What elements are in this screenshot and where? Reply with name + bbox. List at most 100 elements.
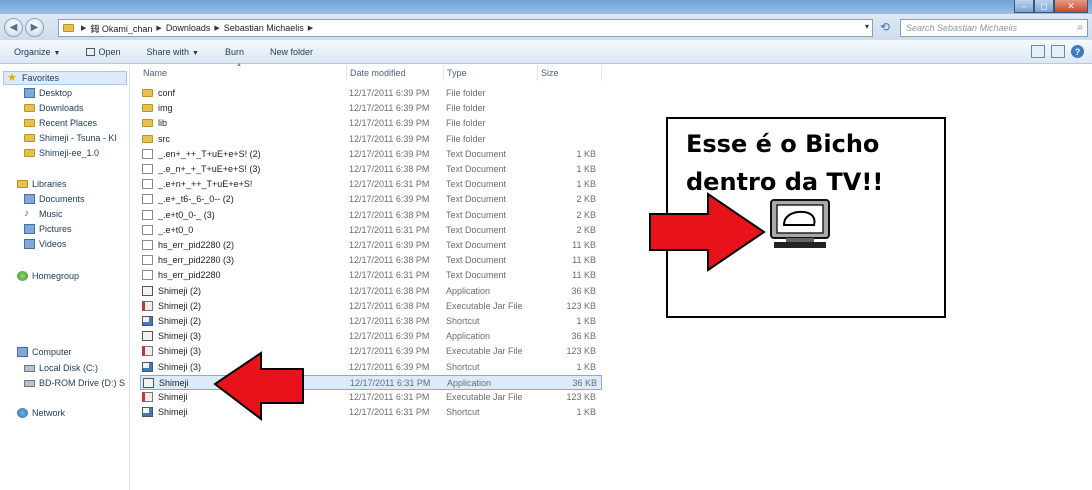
maximize-button[interactable]: ◻ bbox=[1034, 0, 1054, 13]
file-name: Shimeji (3) bbox=[142, 361, 201, 372]
folder-icon bbox=[142, 119, 153, 128]
nav-network[interactable]: Network bbox=[17, 406, 65, 420]
close-button[interactable]: ✕ bbox=[1054, 0, 1088, 13]
file-row[interactable]: lib 12/17/2011 6:39 PM File folder bbox=[140, 116, 602, 131]
nav-recent-places[interactable]: Recent Places bbox=[24, 116, 97, 130]
nav-desktop[interactable]: Desktop bbox=[24, 86, 72, 100]
file-row[interactable]: hs_err_pid2280 (2) 12/17/2011 6:39 PM Text… bbox=[140, 238, 602, 253]
file-type: Application bbox=[446, 285, 491, 296]
file-row[interactable]: Shimeji (2) 12/17/2011 6:38 PM Executable … bbox=[140, 299, 602, 314]
file-row[interactable]: Shimeji (2) 12/17/2011 6:38 PM Shortcut 1 K… bbox=[140, 314, 602, 329]
burn-button[interactable]: Burn bbox=[225, 47, 244, 57]
column-header-size[interactable]: Size bbox=[538, 65, 602, 81]
file-row[interactable]: hs_err_pid2280 (3) 12/17/2011 6:38 PM Text… bbox=[140, 253, 602, 268]
tv-shimeji-icon bbox=[770, 199, 830, 248]
address-dropdown-icon[interactable]: ▾ bbox=[865, 22, 869, 31]
nav-recent-places-label: Recent Places bbox=[39, 118, 98, 128]
file-name-label: _.e+t0_0-_ (3) bbox=[158, 209, 215, 220]
nav-videos[interactable]: Videos bbox=[24, 237, 66, 251]
address-bar[interactable]: ▶ 鉧 Okami_chan ▶ Downloads ▶ Sebastian M… bbox=[58, 19, 873, 37]
share-with-button[interactable]: Share with ▼ bbox=[147, 47, 199, 57]
preview-pane-icon[interactable] bbox=[1051, 45, 1065, 58]
annotation-line-1: Esse é o Bicho bbox=[686, 130, 880, 158]
column-header-date[interactable]: Date modified bbox=[347, 65, 444, 81]
new-folder-button[interactable]: New folder bbox=[270, 47, 313, 57]
column-header-name[interactable]: Name ▲ bbox=[140, 62, 347, 81]
text-document-icon bbox=[142, 164, 153, 174]
file-name: _.e_n+_+_T+uE+e+S! (3) bbox=[142, 164, 260, 174]
nav-pictures[interactable]: Pictures bbox=[24, 222, 72, 236]
file-name-label: conf bbox=[158, 88, 176, 98]
nav-downloads[interactable]: Downloads bbox=[24, 101, 84, 115]
file-name-label: lib bbox=[158, 118, 168, 129]
file-name-label: _.e_n+_+_T+uE+e+S! (3) bbox=[158, 164, 261, 174]
back-button[interactable]: ◀ bbox=[4, 18, 23, 37]
refresh-button[interactable]: ⟲ bbox=[876, 20, 894, 36]
nav-music[interactable]: ♪ Music bbox=[24, 207, 63, 221]
red-arrow-right bbox=[649, 192, 766, 272]
nav-local-disk[interactable]: Local Disk (C:) bbox=[24, 361, 98, 375]
folder-icon bbox=[24, 134, 35, 142]
file-type: Executable Jar File bbox=[446, 392, 523, 402]
file-size: 36 KB bbox=[571, 331, 596, 342]
file-row[interactable]: Shimeji (2) 12/17/2011 6:38 PM Application… bbox=[140, 284, 602, 299]
file-row[interactable]: _.e+n+_++_T+uE+e+S! 12/17/2011 6:31 PM Tex… bbox=[140, 177, 602, 192]
file-row[interactable]: Shimeji (3) 12/17/2011 6:39 PM Executable … bbox=[140, 344, 602, 359]
minimize-button[interactable]: – bbox=[1014, 0, 1034, 13]
documents-icon bbox=[24, 194, 35, 204]
organize-button[interactable]: Organize ▼ bbox=[14, 47, 60, 57]
nav-shimeji-ee[interactable]: Shimeji-ee_1.0 bbox=[24, 146, 99, 160]
file-size: 1 KB bbox=[576, 316, 596, 326]
file-date: 12/17/2011 6:38 PM bbox=[349, 285, 430, 296]
file-row[interactable]: Shimeji 12/17/2011 6:31 PM Shortcut 1 KB bbox=[140, 405, 602, 420]
file-row[interactable]: _.e_n+_+_T+uE+e+S! (3) 12/17/2011 6:38 PM… bbox=[140, 162, 602, 177]
shortcut-icon bbox=[142, 316, 153, 326]
file-row[interactable]: hs_err_pid2280 12/17/2011 6:31 PM Text Doc… bbox=[140, 268, 602, 283]
file-row[interactable]: Shimeji 12/17/2011 6:31 PM Executable Jar … bbox=[140, 390, 602, 405]
nav-libraries[interactable]: Libraries bbox=[17, 177, 67, 191]
file-row[interactable]: src 12/17/2011 6:39 PM File folder bbox=[140, 132, 602, 147]
file-type: Text Document bbox=[446, 164, 507, 174]
file-row[interactable]: Shimeji (3) 12/17/2011 6:39 PM Application… bbox=[140, 329, 602, 344]
file-row[interactable]: img 12/17/2011 6:39 PM File folder bbox=[140, 101, 602, 116]
file-name: hs_err_pid2280 (2) bbox=[142, 240, 234, 250]
file-row[interactable]: _.e+_t6-_6-_0-- (2) 12/17/2011 6:39 PM Tex… bbox=[140, 192, 602, 207]
file-type: Text Document bbox=[446, 148, 507, 159]
file-date: 12/17/2011 6:39 PM bbox=[349, 346, 430, 357]
file-type: Text Document bbox=[446, 270, 507, 281]
nav-documents[interactable]: Documents bbox=[24, 192, 85, 206]
file-name-label: _.en+_++_T+uE+e+S! (2) bbox=[158, 148, 261, 159]
folder-icon bbox=[142, 104, 153, 113]
search-input[interactable]: Search Sebastian Michaelis ⌕ bbox=[900, 19, 1088, 37]
file-row[interactable]: _.e+t0_0 12/17/2011 6:31 PM Text Document 2… bbox=[140, 223, 602, 238]
open-button[interactable]: Open bbox=[86, 47, 121, 57]
search-icon: ⌕ bbox=[1077, 22, 1083, 33]
file-name-label: _.e+t0_0 bbox=[158, 224, 194, 235]
nav-computer-label: Computer bbox=[32, 347, 72, 357]
file-row[interactable]: Shimeji 12/17/2011 6:31 PM Application 36 K… bbox=[140, 374, 602, 390]
file-row[interactable]: conf 12/17/2011 6:39 PM File folder bbox=[140, 86, 602, 101]
file-row[interactable]: Shimeji (3) 12/17/2011 6:39 PM Shortcut 1 K… bbox=[140, 360, 602, 375]
file-name-label: Shimeji bbox=[158, 407, 188, 418]
nav-computer[interactable]: Computer bbox=[17, 345, 72, 359]
file-size: 123 KB bbox=[566, 392, 596, 402]
file-row[interactable]: _.e+t0_0-_ (3) 12/17/2011 6:38 PM Text Doc… bbox=[140, 208, 602, 223]
nav-favorites[interactable]: ★ Favorites bbox=[3, 71, 127, 85]
nav-shimeji-tsuna[interactable]: Shimeji - Tsuna - KI bbox=[24, 131, 117, 145]
file-date: 12/17/2011 6:31 PM bbox=[350, 377, 431, 388]
column-header-type[interactable]: Type bbox=[444, 65, 538, 81]
nav-homegroup[interactable]: Homegroup bbox=[17, 269, 79, 283]
help-icon[interactable]: ? bbox=[1071, 45, 1084, 58]
breadcrumb-current-folder[interactable]: Sebastian Michaelis bbox=[224, 23, 304, 33]
file-type: File folder bbox=[446, 118, 486, 129]
chevron-right-icon: ▶ bbox=[307, 25, 314, 32]
organize-label: Organize bbox=[14, 46, 51, 57]
forward-button[interactable]: ▶ bbox=[25, 18, 44, 37]
file-row[interactable]: _.en+_++_T+uE+e+S! (2) 12/17/2011 6:39 PM… bbox=[140, 147, 602, 162]
breadcrumb-downloads[interactable]: Downloads bbox=[166, 23, 211, 33]
change-view-icon[interactable] bbox=[1031, 45, 1045, 58]
file-type: Shortcut bbox=[446, 361, 480, 372]
file-name: _.e+t0_0-_ (3) bbox=[142, 209, 215, 220]
nav-bd-rom-drive[interactable]: BD-ROM Drive (D:) S bbox=[24, 376, 125, 390]
breadcrumb-user[interactable]: 鉧 Okami_chan bbox=[90, 22, 152, 35]
